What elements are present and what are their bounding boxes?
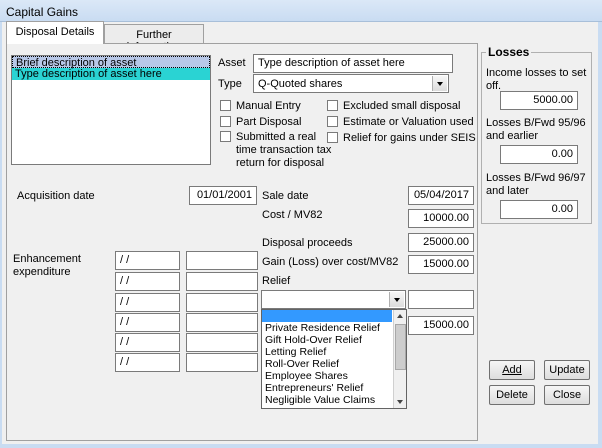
scroll-down-button[interactable] xyxy=(394,395,407,408)
scroll-thumb[interactable] xyxy=(395,324,406,370)
cost-input[interactable]: 10000.00 xyxy=(408,209,474,228)
enhancement-amount-input[interactable] xyxy=(186,251,258,270)
gain-loss-input[interactable]: 15000.00 xyxy=(408,255,474,274)
asset-description-input[interactable]: Type description of asset here xyxy=(253,54,453,73)
relief-select[interactable] xyxy=(261,290,406,309)
relief-option[interactable]: Gift Hold-Over Relief xyxy=(262,334,406,346)
enhancement-date-input[interactable]: / / xyxy=(115,353,180,372)
asset-list[interactable]: Brief description of asset Type descript… xyxy=(11,55,211,165)
list-item-label: Type description of asset here xyxy=(15,68,162,80)
acquisition-date-input[interactable]: 01/01/2001 xyxy=(189,186,257,205)
rtt-return-label: Submitted a real time transaction tax re… xyxy=(236,131,331,170)
list-item[interactable]: Type description of asset here xyxy=(12,68,210,80)
disposal-proceeds-input[interactable]: 25000.00 xyxy=(408,233,474,252)
relief-option[interactable]: Letting Relief xyxy=(262,346,406,358)
enhancement-amount-input[interactable] xyxy=(186,272,258,291)
estimate-valuation-label: Estimate or Valuation used xyxy=(343,116,474,128)
relief-label: Relief xyxy=(262,275,291,287)
estimate-valuation-checkbox[interactable] xyxy=(327,116,338,127)
list-item[interactable]: Brief description of asset xyxy=(12,56,210,69)
relief-option[interactable]: Employee Shares xyxy=(262,370,406,382)
enhancement-date-input[interactable]: / / xyxy=(115,333,180,352)
cost-label: Cost / MV82 xyxy=(262,209,323,221)
excluded-small-disposal-checkbox[interactable] xyxy=(327,100,338,111)
asset-type-value: Q-Quoted shares xyxy=(258,78,343,90)
relief-option[interactable]: Private Residence Relief xyxy=(262,322,406,334)
asset-label: Asset xyxy=(218,57,246,69)
asset-type-dropdown-button[interactable] xyxy=(432,76,447,91)
relief-dropdown-button[interactable] xyxy=(389,292,404,307)
seis-relief-label: Relief for gains under SEIS xyxy=(343,132,476,144)
excluded-small-disposal-label: Excluded small disposal xyxy=(343,100,461,112)
gain-loss-label: Gain (Loss) over cost/MV82 xyxy=(262,256,399,268)
type-label: Type xyxy=(218,78,242,90)
enhancement-amount-input[interactable] xyxy=(186,293,258,312)
part-disposal-label: Part Disposal xyxy=(236,116,302,128)
enhancement-date-input[interactable]: / / xyxy=(115,293,180,312)
gain-after-relief-field[interactable]: 15000.00 xyxy=(408,316,474,335)
relief-dropdown-scrollbar[interactable] xyxy=(393,310,406,408)
enhancement-label-line: expenditure xyxy=(13,266,71,278)
part-disposal-checkbox[interactable] xyxy=(220,116,231,127)
enhancement-expenditure-label: Enhancement expenditure xyxy=(13,253,81,279)
enhancement-date-input[interactable]: / / xyxy=(115,251,180,270)
rtt-return-label-line: time transaction tax xyxy=(236,144,332,156)
enhancement-date-input[interactable]: / / xyxy=(115,313,180,332)
enhancement-label-line: Enhancement xyxy=(13,253,81,265)
relief-option[interactable]: Negligible Value Claims xyxy=(262,394,406,406)
enhancement-date-input[interactable]: / / xyxy=(115,272,180,291)
relief-option[interactable]: Roll-Over Relief xyxy=(262,358,406,370)
relief-amount-input[interactable] xyxy=(408,290,474,309)
rtt-return-label-line: Submitted a real xyxy=(236,131,317,143)
enhancement-amount-input[interactable] xyxy=(186,353,258,372)
rtt-return-checkbox[interactable] xyxy=(220,131,231,142)
relief-dropdown-list[interactable]: Private Residence Relief Gift Hold-Over … xyxy=(261,309,407,409)
manual-entry-checkbox[interactable] xyxy=(220,100,231,111)
panel-content: Brief description of asset Type descript… xyxy=(0,0,602,448)
chevron-down-icon xyxy=(437,82,443,86)
enhancement-amount-input[interactable] xyxy=(186,313,258,332)
disposal-proceeds-label: Disposal proceeds xyxy=(262,237,353,249)
chevron-up-icon xyxy=(397,314,403,318)
seis-relief-checkbox[interactable] xyxy=(327,132,338,143)
chevron-down-icon xyxy=(397,400,403,404)
acquisition-date-label: Acquisition date xyxy=(17,190,95,202)
rtt-return-label-line: return for disposal xyxy=(236,157,325,169)
manual-entry-label: Manual Entry xyxy=(236,100,301,112)
enhancement-amount-input[interactable] xyxy=(186,333,258,352)
scroll-up-button[interactable] xyxy=(394,310,407,323)
sale-date-label: Sale date xyxy=(262,190,309,202)
chevron-down-icon xyxy=(394,298,400,302)
relief-option[interactable] xyxy=(262,310,392,322)
asset-type-select[interactable]: Q-Quoted shares xyxy=(253,74,449,93)
relief-option[interactable]: Entrepreneurs' Relief xyxy=(262,382,406,394)
sale-date-input[interactable]: 05/04/2017 xyxy=(408,186,474,205)
